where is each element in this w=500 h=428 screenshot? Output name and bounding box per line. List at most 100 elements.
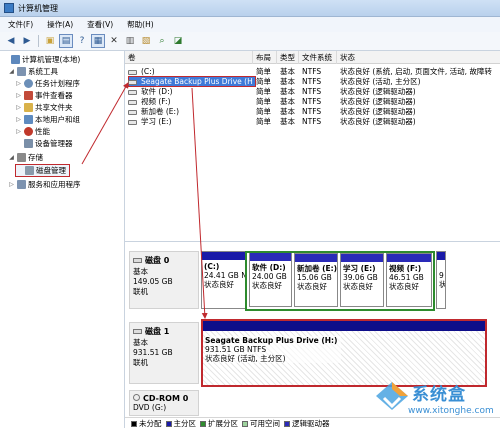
menu-file[interactable]: 文件(F)	[8, 19, 33, 30]
partition-e-new[interactable]: 新加卷 (E:) 15.06 GB 状态良好	[294, 253, 338, 307]
tree-node-event-viewer[interactable]: ▷ 事件查看器	[15, 90, 73, 101]
legend-free: 可用空间	[242, 418, 280, 428]
zoom-icon[interactable]: ◪	[171, 34, 185, 48]
volume-row[interactable]: 软件 (D:) 简单 基本 NTFS 状态良好 (逻辑驱动器)	[125, 87, 500, 97]
tree-node-shared-folders[interactable]: ▷ 共享文件夹	[15, 102, 73, 113]
tools-icon	[17, 67, 26, 76]
menu-action[interactable]: 操作(A)	[47, 19, 73, 30]
volume-cell-fs: NTFS	[302, 67, 322, 76]
title-bar: 计算机管理	[0, 0, 500, 17]
watermark: 系统盒 www.xitonghe.com	[372, 372, 500, 428]
volume-cell-type: 基本	[280, 107, 295, 116]
window-title: 计算机管理	[18, 3, 58, 13]
tree-node-label: 计算机管理(本地)	[22, 55, 81, 64]
tree-node-device-manager[interactable]: 设备管理器	[15, 138, 73, 149]
legend-primary: 主分区	[165, 418, 196, 428]
volume-row[interactable]: 视频 (F:) 简单 基本 NTFS 状态良好 (逻辑驱动器)	[125, 97, 500, 107]
volume-cell-fs: NTFS	[302, 107, 322, 116]
tree-node-services[interactable]: ▷ 服务和应用程序	[8, 179, 81, 190]
expand-icon[interactable]: ▷	[15, 104, 22, 111]
disk-icon	[25, 166, 34, 175]
drive-icon	[128, 109, 137, 115]
column-status[interactable]: 状态	[337, 51, 500, 64]
delete-icon[interactable]: ✕	[107, 34, 121, 48]
search-icon[interactable]: ⌕	[155, 34, 169, 48]
event-icon	[24, 91, 33, 100]
volume-cell-vol: 新加卷 (E:)	[141, 107, 180, 116]
volume-cell-fs: NTFS	[302, 97, 322, 106]
column-type[interactable]: 类型	[277, 51, 299, 64]
volume-cell-vol: Seagate Backup Plus Drive (H:)	[141, 77, 253, 86]
disk-1-label[interactable]: 磁盘 1 基本 931.51 GB 联机	[129, 322, 199, 384]
back-icon[interactable]: ◀	[4, 34, 18, 48]
open-icon[interactable]: ▧	[139, 34, 153, 48]
tree-node-task-scheduler[interactable]: ▷ 任务计划程序	[15, 78, 80, 89]
partition-unallocated-tail[interactable]: 9状	[436, 251, 446, 309]
volume-cell-layout: 简单	[256, 87, 271, 96]
export-icon[interactable]: ▥	[123, 34, 137, 48]
forward-icon[interactable]: ▶	[20, 34, 34, 48]
tree-node-local-users[interactable]: ▷ 本地用户和组	[15, 114, 80, 125]
expand-icon[interactable]: ▷	[15, 128, 22, 135]
tree-node-performance[interactable]: ▷ 性能	[15, 126, 50, 137]
menu-help[interactable]: 帮助(H)	[127, 19, 154, 30]
drive-icon	[128, 79, 137, 85]
console-icon[interactable]: ▦	[91, 34, 105, 48]
disk-0-label[interactable]: 磁盘 0 基本 149.05 GB 联机	[129, 251, 199, 309]
volume-cell-layout: 简单	[256, 97, 271, 106]
volume-row[interactable]: Seagate Backup Plus Drive (H:) 简单 基本 NTFS 状态…	[125, 77, 500, 87]
properties-icon[interactable]: ▤	[59, 34, 73, 48]
tree-node-system-tools[interactable]: ◢ 系统工具	[8, 66, 58, 77]
tree-node-label: 磁盘管理	[36, 166, 66, 175]
volume-cell-layout: 简单	[256, 77, 271, 86]
tree-node-label: 性能	[35, 127, 50, 136]
tree-node-label: 系统工具	[28, 67, 58, 76]
drive-icon	[128, 89, 137, 95]
expand-icon[interactable]: ▷	[15, 80, 22, 87]
help-icon[interactable]: ?	[75, 34, 89, 48]
volume-cell-status: 状态良好 (逻辑驱动器)	[340, 87, 416, 96]
disk-icon	[133, 258, 142, 263]
tree-node-storage[interactable]: ◢ 存储	[8, 152, 43, 163]
volume-cell-type: 基本	[280, 77, 295, 86]
drive-icon	[128, 99, 137, 105]
volume-row[interactable]: 学习 (E:) 简单 基本 NTFS 状态良好 (逻辑驱动器)	[125, 117, 500, 127]
tree-node-disk-management[interactable]: 磁盘管理	[15, 164, 70, 177]
volume-cell-status: 状态良好 (系统, 启动, 页面文件, 活动, 故障转	[340, 67, 492, 76]
legend-logical: 逻辑驱动器	[284, 418, 330, 428]
menu-view[interactable]: 查看(V)	[87, 19, 113, 30]
legend-unallocated: 未分配	[131, 418, 162, 428]
cdrom-0-label[interactable]: CD-ROM 0 DVD (G:)	[129, 390, 199, 416]
services-icon	[17, 180, 26, 189]
column-filesystem[interactable]: 文件系统	[299, 51, 337, 64]
menu-bar: 文件(F) 操作(A) 查看(V) 帮助(H)	[0, 17, 500, 32]
drive-icon-wrap	[125, 67, 141, 77]
expand-icon[interactable]: ▷	[15, 92, 22, 99]
drive-icon-wrap	[125, 97, 141, 107]
volume-row[interactable]: 新加卷 (E:) 简单 基本 NTFS 状态良好 (逻辑驱动器)	[125, 107, 500, 117]
volume-cell-status: 状态良好 (逻辑驱动器)	[340, 107, 416, 116]
clock-icon	[24, 79, 33, 88]
partition-d[interactable]: 软件 (D:) 24.00 GB 状态良好	[249, 253, 292, 307]
device-icon	[24, 139, 33, 148]
drive-icon-wrap	[125, 107, 141, 117]
folder-up-icon[interactable]: ▣	[43, 34, 57, 48]
tree-node-root[interactable]: 计算机管理(本地)	[2, 54, 80, 65]
tree-node-label: 事件查看器	[35, 91, 73, 100]
collapse-icon[interactable]: ◢	[8, 68, 15, 75]
column-volume[interactable]: 卷	[125, 51, 253, 64]
tree-node-label: 本地用户和组	[35, 115, 80, 124]
watermark-brand: 系统盒	[412, 385, 466, 405]
column-layout[interactable]: 布局	[253, 51, 277, 64]
expand-icon[interactable]: ▷	[15, 116, 22, 123]
volume-list-header: 卷 布局 类型 文件系统 状态	[125, 51, 500, 64]
partition-e-study[interactable]: 学习 (E:) 39.06 GB 状态良好	[340, 253, 384, 307]
collapse-icon[interactable]: ◢	[8, 154, 15, 161]
drive-icon	[128, 69, 137, 75]
volume-row[interactable]: (C:) 简单 基本 NTFS 状态良好 (系统, 启动, 页面文件, 活动, 故障转	[125, 67, 500, 77]
expand-icon[interactable]: ▷	[8, 181, 15, 188]
folder-icon	[24, 103, 33, 112]
volume-cell-vol: 视频 (F:)	[141, 97, 171, 106]
partition-f[interactable]: 视频 (F:) 46.51 GB 状态良好	[386, 253, 432, 307]
partition-c[interactable]: (C:) 24.41 GB N 状态良好	[201, 251, 245, 309]
